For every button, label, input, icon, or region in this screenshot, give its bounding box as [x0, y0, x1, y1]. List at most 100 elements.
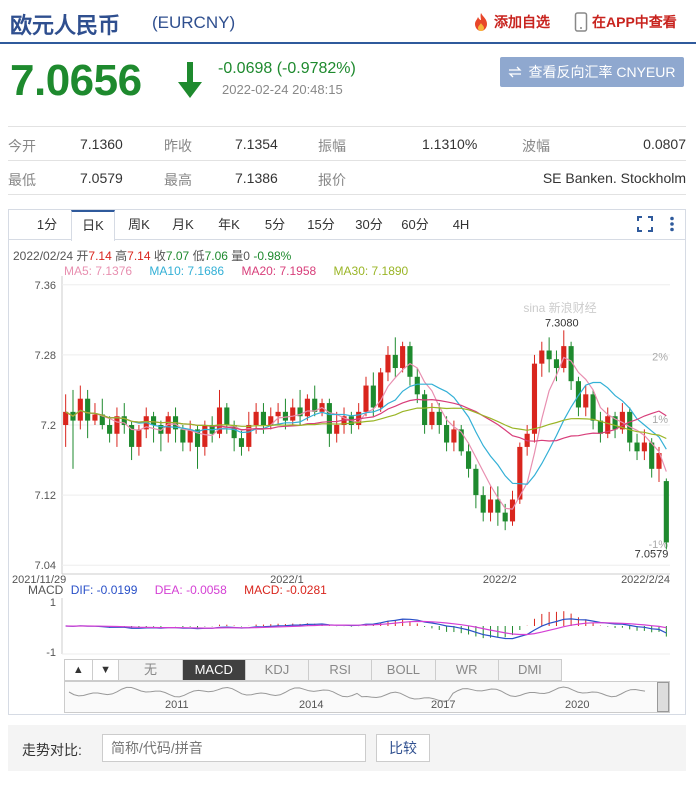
candle-body [429, 411, 435, 425]
navigator-year-label: 2011 [165, 699, 189, 711]
macd-title: MACD [28, 583, 64, 597]
candle-body [400, 346, 406, 369]
scroll-left-button[interactable]: ▲ [64, 659, 92, 681]
tab-indicator-macd[interactable]: MACD [182, 659, 246, 681]
candle-body [107, 425, 113, 434]
candle-body [451, 429, 457, 443]
candle-body [334, 425, 340, 434]
navigator-line [68, 686, 646, 702]
candle-body [407, 346, 413, 377]
candle-body [473, 468, 479, 496]
vol-readout: 0 [243, 249, 250, 263]
candle-body [202, 425, 208, 447]
candle-body [531, 363, 538, 434]
compare-bar: 走势对比: 比较 [8, 725, 686, 771]
close-readout: 7.07 [165, 249, 190, 263]
candle-body [436, 411, 442, 425]
candle-body [583, 394, 589, 408]
candle-body [85, 398, 91, 421]
high-readout: 7.14 [127, 249, 151, 263]
ma5-legend: MA5: 7.1376 [64, 264, 133, 278]
low-readout-label: 低 [192, 249, 205, 263]
candle-body [575, 381, 581, 408]
candle-body [590, 394, 596, 421]
ma10-legend: MA10: 7.1686 [149, 264, 225, 278]
candle-body [539, 350, 545, 364]
dea-line [65, 620, 667, 636]
macd-top-label: 1 [50, 597, 56, 609]
candle-body [509, 499, 516, 522]
navigator-year-label: 2017 [431, 699, 455, 711]
candle-body [304, 398, 310, 417]
candle-body [422, 394, 428, 425]
candle-body [363, 385, 369, 412]
candle-body [151, 416, 157, 425]
candle-body [260, 411, 267, 425]
y-tick-label: 7.12 [35, 490, 56, 502]
tab-indicator-rsi[interactable]: RSI [309, 659, 373, 681]
candle-body [465, 451, 472, 469]
high-readout-label: 高 [115, 249, 128, 263]
navigator-sparkline: 2011 2014 2017 2020 [68, 686, 646, 711]
candle-body [326, 403, 332, 434]
candle-body [502, 512, 508, 522]
pct-readout: -0.98% [253, 249, 292, 263]
candle-body [63, 411, 69, 425]
candle-body [553, 359, 560, 369]
y-tick-label: 7.36 [35, 280, 56, 292]
candle-body [634, 442, 640, 452]
vol-readout-label: 量 [231, 249, 244, 263]
dif-legend: DIF: -0.0199 [70, 583, 138, 597]
close-readout-label: 收 [153, 249, 166, 263]
candle-body [136, 429, 142, 447]
candle-body [546, 350, 552, 360]
dif-line [65, 618, 667, 640]
ma20-legend: MA20: 7.1958 [241, 264, 317, 278]
candle-body [392, 354, 398, 369]
compare-button[interactable]: 比较 [376, 734, 430, 762]
candle-body [480, 495, 486, 513]
ma-legend: MA5: 7.1376 MA10: 7.1686 MA20: 7.1958 MA… [64, 264, 422, 278]
x-tick-label: 2022/2/24 [621, 574, 670, 586]
ohlc-readout: 2022/02/24 开7.14 高7.14 收7.07 低7.06 量0 -0… [13, 247, 291, 264]
candle-body [180, 429, 186, 443]
y-tick-label: 7.04 [35, 560, 56, 572]
navigator-handle[interactable] [657, 682, 669, 712]
y-tick-label: 7.28 [35, 350, 56, 362]
candle-body [663, 481, 669, 543]
candle-body [77, 398, 83, 421]
candle-body [282, 411, 288, 421]
tab-indicator-kdj[interactable]: KDJ [245, 659, 310, 681]
tab-indicator-dmi[interactable]: DMI [498, 659, 562, 681]
macd-bottom-label: -1 [46, 647, 56, 659]
range-navigator[interactable]: 2011 2014 2017 2020 [64, 681, 670, 713]
candle-body [444, 425, 450, 443]
macd-legend: MACD DIF: -0.0199 DEA: -0.0058 MACD: -0.… [28, 583, 341, 597]
candle-body [487, 499, 494, 513]
candle-body [290, 407, 296, 421]
compare-label: 走势对比: [22, 742, 82, 758]
max-price-annotation: 7.3080 [545, 317, 579, 329]
scroll-right-button[interactable]: ▼ [91, 659, 120, 681]
candle-body [253, 411, 259, 425]
indicator-tabs: ▲ ▼ 无 MACD KDJ RSI BOLL WR DMI [64, 659, 562, 681]
y-right-tick-label: 2% [652, 352, 668, 364]
candle-body [385, 354, 391, 373]
ohlc-date: 2022/02/24 [13, 249, 74, 263]
y-tick-label: 7.2 [41, 420, 56, 432]
open-readout-label: 开 [76, 249, 89, 263]
candle-body [275, 411, 281, 417]
candle-body [597, 420, 603, 434]
dea-legend: DEA: -0.0058 [154, 583, 227, 597]
watermark-text: sina 新浪财经 [523, 300, 596, 315]
open-readout: 7.14 [88, 249, 112, 263]
candle-body [92, 414, 98, 421]
tab-indicator-boll[interactable]: BOLL [372, 659, 436, 681]
navigator-year-label: 2020 [565, 699, 589, 711]
x-tick-label: 2022/2 [483, 574, 517, 586]
compare-search-input[interactable] [102, 734, 366, 762]
ma30-legend: MA30: 7.1890 [333, 264, 409, 278]
candle-body [224, 407, 230, 425]
tab-indicator-wr[interactable]: WR [435, 659, 499, 681]
tab-indicator-none[interactable]: 无 [119, 659, 183, 681]
